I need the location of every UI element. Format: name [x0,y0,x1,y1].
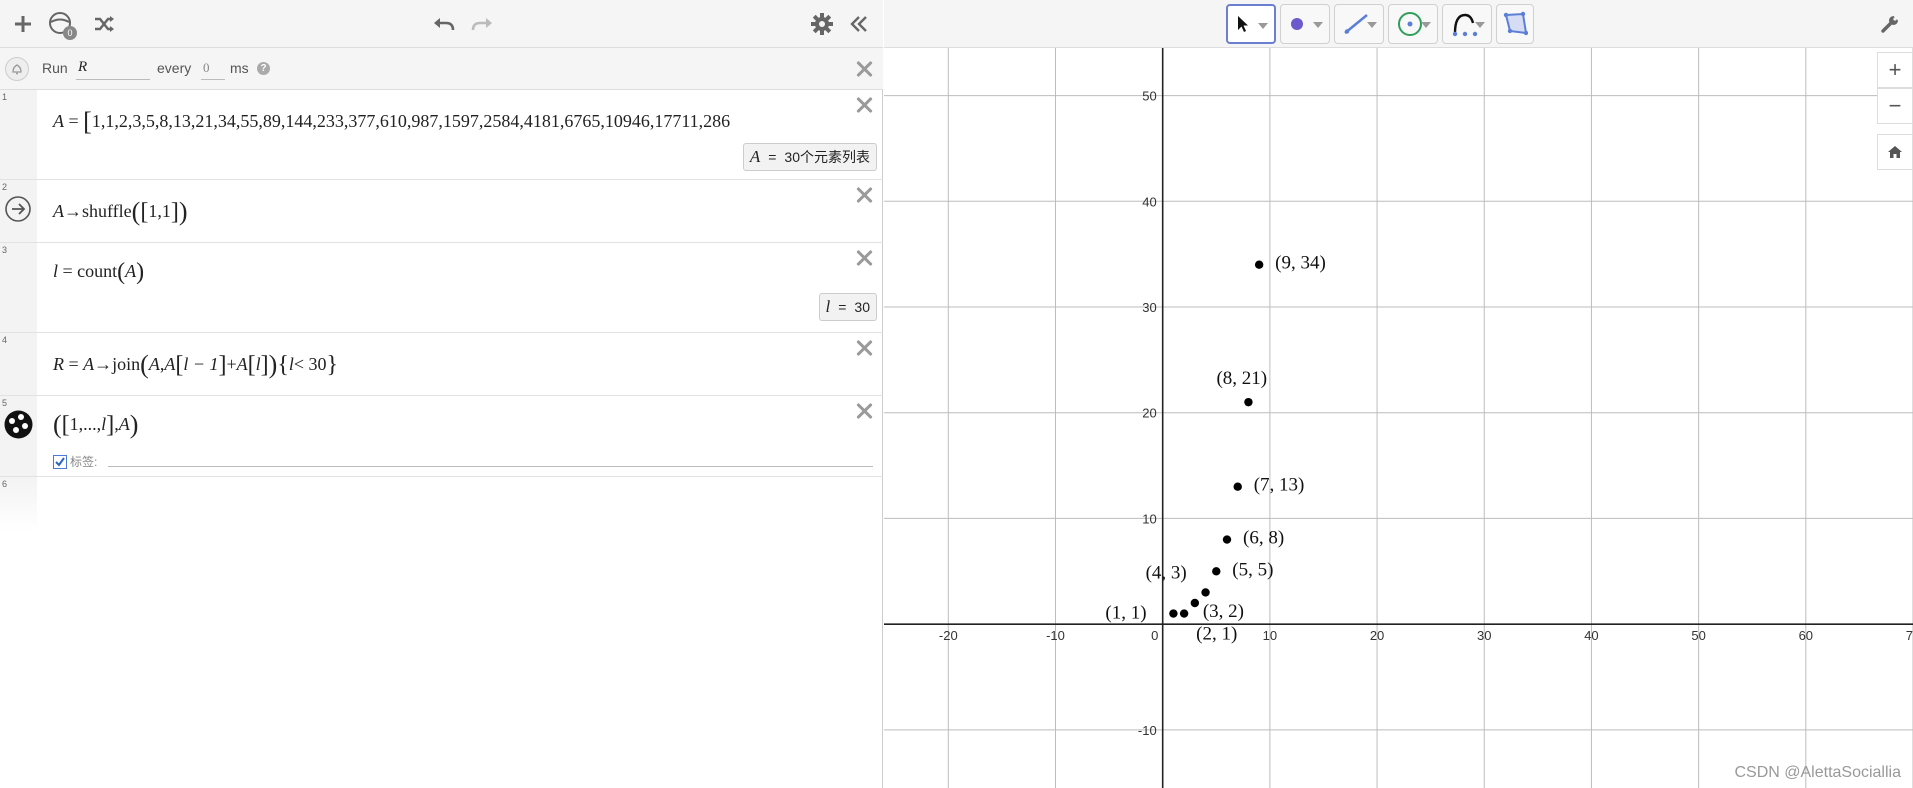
algebra-panel: 0 Run every [0,0,883,788]
label-checkbox[interactable] [53,454,67,469]
shuffle-command[interactable]: A→shuffle([1,1]) [53,197,188,227]
collapse-left-icon[interactable] [843,8,875,40]
x-tick-label: 30 [1477,628,1491,643]
objects-count-badge: 0 [63,26,77,40]
zoom-in-button[interactable]: + [1877,52,1913,88]
x-tick-label: 10 [1263,628,1277,643]
data-point-label: (5, 5) [1232,559,1273,580]
label-checkbox-row: 标签: [53,453,97,470]
close-icon[interactable] [853,337,875,359]
data-point-label: (9, 34) [1275,253,1326,274]
bell-icon[interactable] [5,57,29,81]
close-icon[interactable] [853,58,875,80]
gear-icon[interactable] [806,8,838,40]
y-tick-label: 50 [1142,89,1156,104]
data-point-label: (7, 13) [1254,475,1305,496]
x-tick-label: -10 [1046,628,1065,643]
script-input[interactable] [76,56,150,80]
output-box: l = 30 [818,293,877,321]
close-icon[interactable] [853,184,875,206]
algebra-toolbar: 0 [0,0,883,48]
algebra-row-4[interactable]: 4 R = A→join(A,A[l − 1]+A[l]){l< 30} [0,333,883,396]
graphics-view: -20 -10 0 10 20 30 40 50 60 70 -10 10 20 30 40 50 (1, 1… [884,0,1913,788]
script-arrow-icon [5,196,31,222]
run-label: Run [42,60,68,76]
count-definition[interactable]: l = count(A) [53,259,144,286]
watermark: CSDN @AlettaSociallia [1734,764,1901,781]
data-point [1244,397,1253,407]
label-caption: 标签: [70,455,98,469]
data-point [1212,567,1221,576]
zoom-out-button[interactable]: − [1877,88,1913,124]
interval-input[interactable] [201,56,225,80]
line-tool-icon[interactable] [1334,4,1384,44]
data-point-label: (2, 1) [1196,624,1237,645]
list-definition[interactable]: A = [1,1,2,3,5,8,13,21,34,55,89,144,233,… [53,107,730,137]
help-icon[interactable]: ? [257,62,270,75]
circle-tool-icon[interactable] [1388,4,1438,44]
axes [884,48,1913,788]
plot-area[interactable]: -20 -10 0 10 20 30 40 50 60 70 -10 10 20 30 40 50 (1, 1… [884,48,1913,788]
algebra-row-2[interactable]: 2 A→shuffle([1,1]) [0,180,883,243]
close-icon[interactable] [853,94,875,116]
plus-icon[interactable] [7,8,39,40]
algebra-row-6[interactable]: 6 [0,477,883,532]
point-style-icon[interactable] [3,409,34,440]
data-point-label: (8, 21) [1216,368,1267,389]
data-point [1169,609,1178,618]
polygon-tool-icon[interactable] [1496,4,1534,44]
x-tick-label: 40 [1584,628,1598,643]
x-tick-label: 70 [1906,628,1913,643]
y-tick-label: 10 [1142,511,1156,526]
y-tick-label: 20 [1142,406,1156,421]
algebra-row-1[interactable]: 1 A = [1,1,2,3,5,8,13,21,34,55,89,144,23… [0,90,883,180]
ms-label: ms [230,60,249,76]
graphics-toolbar [884,0,1913,48]
shuffle-icon[interactable] [88,8,120,40]
point-tool-icon[interactable] [1280,4,1330,44]
list-values: 1,1,2,3,5,8,13,21,34,55,89,144,233,377,6… [91,111,731,131]
data-point-label: (3, 2) [1203,601,1244,622]
curve-tool-icon[interactable] [1442,4,1492,44]
point-list-definition[interactable]: ([1,...,l],A) [53,410,138,440]
output-box: A = 30个元素列表 [742,143,877,171]
x-tick-label: 60 [1799,628,1813,643]
close-icon[interactable] [853,400,875,422]
y-tick-label: 40 [1142,194,1156,209]
data-point [1222,535,1232,544]
x-tick-label: 20 [1370,628,1384,643]
close-icon[interactable] [853,247,875,269]
data-point [1190,598,1200,608]
grid [884,48,1913,788]
data-point [1233,482,1242,491]
algebra-row-3[interactable]: 3 l = count(A) l = 30 [0,243,883,333]
data-point-label: (1, 1) [1105,603,1146,624]
script-definition[interactable]: R = A→join(A,A[l − 1]+A[l]){l< 30} [53,350,338,380]
every-label: every [157,60,192,76]
x-tick-label: 50 [1691,628,1705,643]
undo-icon[interactable] [428,8,460,40]
wrench-icon[interactable] [1874,8,1906,40]
data-point [1179,609,1189,618]
x-tick-label: -20 [939,628,958,643]
data-point-label: (6, 8) [1243,528,1284,549]
y-tick-label: 30 [1142,300,1156,315]
data-point [1201,588,1210,597]
objects-icon[interactable]: 0 [45,8,77,40]
y-tick-label: -10 [1138,723,1157,738]
label-input[interactable] [108,466,873,467]
x-tick-label: 0 [1151,628,1158,643]
data-point [1254,260,1264,269]
home-icon[interactable] [1877,134,1913,170]
move-tool-icon[interactable] [1226,4,1276,44]
redo-icon[interactable] [466,8,498,40]
scatter-points: (1, 1) (2, 1)(3, 2) (4, 3) (5, 5) (6, 8) (7, … [1105,253,1326,645]
algebra-row-5[interactable]: 5 ([1,...,l],A) 标签: [0,396,883,477]
script-run-row: Run every ms ? [0,48,883,90]
data-point-label: (4, 3) [1146,562,1187,583]
